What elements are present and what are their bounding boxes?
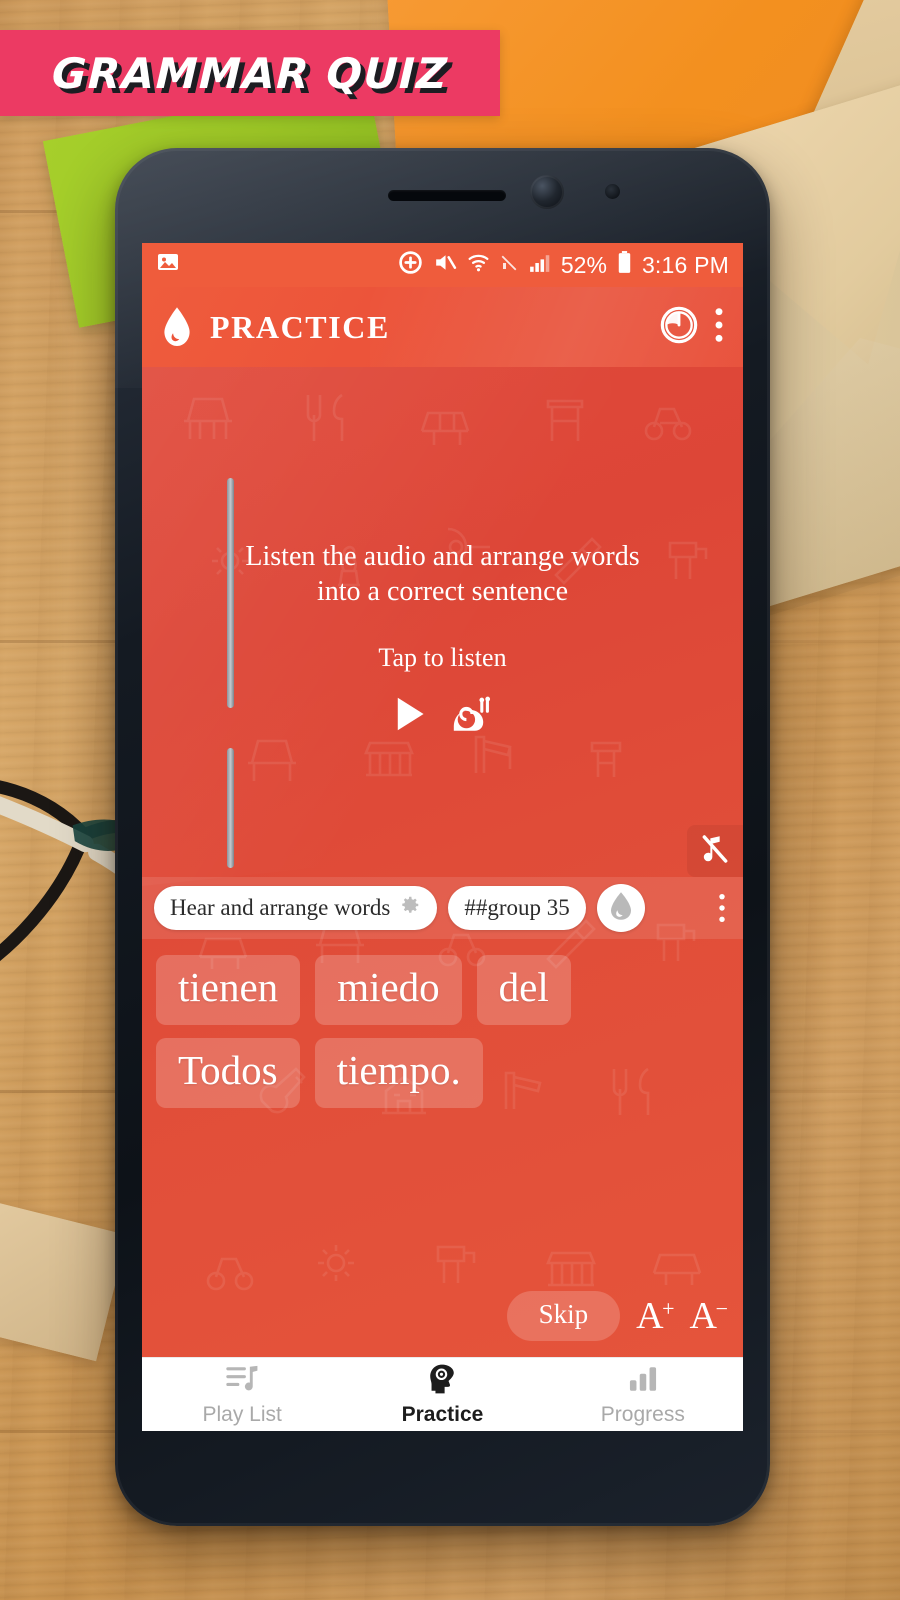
promo-banner: GRAMMAR QUIZ bbox=[0, 30, 500, 116]
page-title: PRACTICE bbox=[210, 308, 390, 345]
mode-chip-label: Hear and arrange words bbox=[170, 895, 391, 920]
volume-button[interactable] bbox=[227, 478, 234, 708]
word-tile[interactable]: tienen bbox=[156, 955, 301, 1025]
bar-chart-icon bbox=[626, 1363, 660, 1400]
word-tile[interactable]: del bbox=[476, 955, 571, 1025]
word-tile[interactable]: Todos bbox=[156, 1037, 300, 1108]
mode-chip[interactable]: Hear and arrange words bbox=[154, 886, 438, 930]
nav-item-play-list[interactable]: Play List bbox=[142, 1363, 342, 1427]
timer-icon[interactable] bbox=[659, 305, 699, 350]
music-note-off-icon bbox=[700, 833, 730, 870]
word-tile[interactable]: tiempo. bbox=[314, 1037, 483, 1108]
font-increase-sign: + bbox=[662, 1296, 675, 1321]
nav-label-practice: Practice bbox=[401, 1402, 484, 1426]
promo-banner-title: GRAMMAR QUIZ bbox=[51, 48, 449, 98]
font-increase-letter: A bbox=[636, 1295, 664, 1337]
play-icon[interactable] bbox=[393, 695, 427, 738]
nav-label-progress: Progress bbox=[600, 1402, 685, 1426]
signal-off-icon bbox=[500, 252, 518, 278]
voice-profile-button[interactable] bbox=[596, 884, 645, 932]
head-gear-icon bbox=[425, 1363, 459, 1400]
volume-mute-icon bbox=[432, 250, 457, 281]
water-drop-icon bbox=[160, 306, 194, 348]
image-icon bbox=[156, 250, 180, 280]
font-decrease-letter: A bbox=[689, 1295, 717, 1337]
battery-icon bbox=[616, 250, 633, 281]
proximity-sensor bbox=[605, 184, 620, 199]
cell-signal-icon bbox=[527, 250, 552, 281]
nav-item-practice[interactable]: Practice bbox=[342, 1363, 542, 1427]
smartphone-device: 52% 3:16 PM PRACTICE Listen the audio an… bbox=[115, 148, 770, 1526]
earpiece-speaker bbox=[387, 190, 506, 201]
gear-icon[interactable] bbox=[399, 894, 421, 922]
font-decrease-button[interactable]: A − bbox=[689, 1294, 728, 1338]
front-camera bbox=[530, 175, 564, 209]
clock-time: 3:16 PM bbox=[641, 251, 729, 278]
exercise-overflow-menu[interactable] bbox=[715, 891, 733, 925]
nav-label-play-list: Play List bbox=[202, 1402, 282, 1426]
group-chip[interactable]: ##group 35 bbox=[448, 886, 586, 930]
exercise-actions: Skip A + A − bbox=[506, 1291, 728, 1341]
wifi-icon bbox=[466, 250, 491, 281]
add-circle-icon bbox=[398, 250, 423, 281]
font-decrease-sign: − bbox=[715, 1296, 728, 1321]
snail-icon[interactable] bbox=[451, 695, 493, 738]
app-bar: PRACTICE bbox=[142, 287, 743, 367]
nav-item-progress[interactable]: Progress bbox=[543, 1363, 743, 1427]
word-tiles-container: tienen miedo del Todos tiempo. bbox=[156, 955, 729, 1108]
secondary-side-button[interactable] bbox=[227, 748, 234, 868]
group-chip-label: ##group 35 bbox=[464, 895, 570, 920]
status-bar: 52% 3:16 PM bbox=[142, 243, 743, 287]
playlist-music-icon bbox=[225, 1363, 259, 1400]
more-vertical-icon[interactable] bbox=[713, 305, 725, 350]
word-tile[interactable]: miedo bbox=[315, 955, 462, 1025]
exercise-options-bar: Hear and arrange words ##group 35 bbox=[142, 877, 743, 939]
mute-audio-button[interactable] bbox=[687, 825, 743, 877]
drop-silhouette-icon bbox=[607, 891, 635, 926]
skip-button[interactable]: Skip bbox=[506, 1291, 621, 1341]
font-increase-button[interactable]: A + bbox=[636, 1294, 675, 1338]
bottom-navigation: Play List Practice Progress bbox=[142, 1357, 743, 1431]
battery-percent: 52% bbox=[560, 251, 607, 278]
